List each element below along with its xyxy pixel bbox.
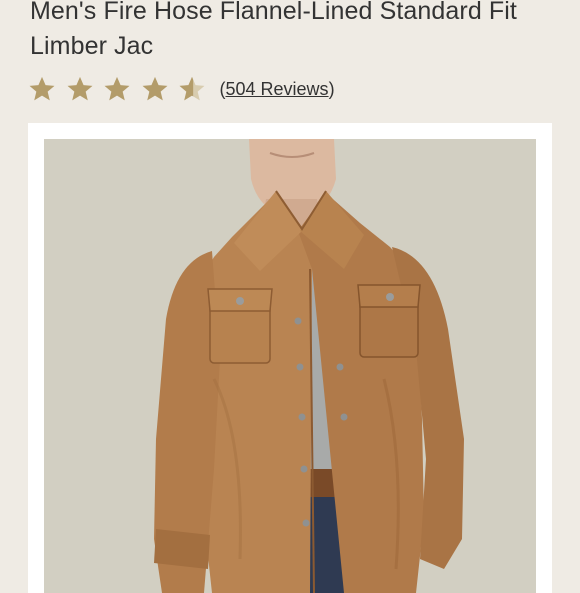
jacket-photo [44,139,536,593]
star-icon [141,75,169,103]
product-image[interactable] [44,139,536,593]
product-image-frame [28,123,552,593]
reviews-count: 504 Reviews [225,78,329,99]
star-icon [103,75,131,103]
star-rating[interactable] [28,75,216,103]
product-title: Men's Fire Hose Flannel-Lined Standard F… [30,0,517,60]
star-icon [66,75,94,103]
reviews-close-paren: ) [328,78,335,99]
star-icon [28,75,56,103]
rating-row: (504 Reviews) [28,72,335,106]
half-star-icon [178,75,206,103]
reviews-link[interactable]: (504 Reviews) [220,79,335,100]
